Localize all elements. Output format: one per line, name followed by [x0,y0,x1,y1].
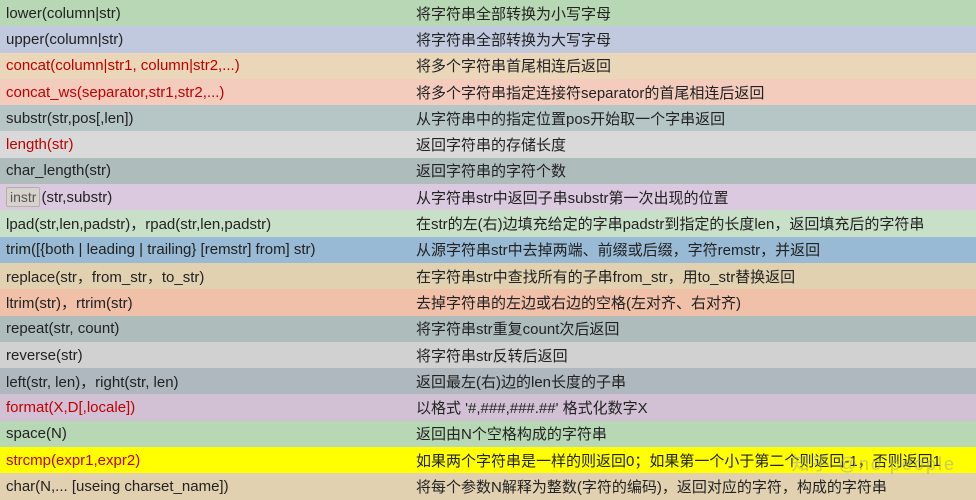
function-signature: concat_ws(separator,str1,str2,...) [0,84,416,101]
function-description: 从字符串str中返回子串substr第一次出现的位置 [416,187,976,208]
function-table: lower(column|str)将字符串全部转换为小写字母upper(colu… [0,0,976,500]
function-description: 将字符串str重复count次后返回 [416,318,976,339]
table-row: repeat(str, count)将字符串str重复count次后返回 [0,316,976,342]
table-row: replace(str，from_str，to_str)在字符串str中查找所有… [0,263,976,289]
function-description: 将多个字符串指定连接符separator的首尾相连后返回 [416,82,976,103]
table-row: reverse(str)将字符串str反转后返回 [0,342,976,368]
function-signature: upper(column|str) [0,31,416,48]
function-signature: left(str, len)，right(str, len) [0,371,416,392]
function-description: 将字符串全部转换为大写字母 [416,29,976,50]
function-description: 返回由N个空格构成的字符串 [416,423,976,444]
table-row: length(str)返回字符串的存储长度 [0,131,976,157]
function-signature: lpad(str,len,padstr)，rpad(str,len,padstr… [0,213,416,234]
function-description: 去掉字符串的左边或右边的空格(左对齐、右对齐) [416,292,976,313]
function-description: 将每个参数N解释为整数(字符的编码)，返回对应的字符，构成的字符串 [416,476,976,497]
function-signature: replace(str，from_str，to_str) [0,266,416,287]
function-signature: strcmp(expr1,expr2) [0,452,416,469]
table-row: substr(str,pos[,len])从字符串中的指定位置pos开始取一个字… [0,105,976,131]
function-description: 在str的左(右)边填充给定的字串padstr到指定的长度len，返回填充后的字… [416,213,976,234]
function-signature: format(X,D[,locale]) [0,399,416,416]
function-description: 将多个字符串首尾相连后返回 [416,55,976,76]
table-row: ltrim(str)，rtrim(str)去掉字符串的左边或右边的空格(左对齐、… [0,289,976,315]
function-description: 从字符串中的指定位置pos开始取一个字串返回 [416,108,976,129]
table-row: lpad(str,len,padstr)，rpad(str,len,padstr… [0,210,976,236]
table-row: format(X,D[,locale])以格式 '#,###,###.##' 格… [0,394,976,420]
table-row: concat(column|str1, column|str2,...)将多个字… [0,53,976,79]
table-row: lower(column|str)将字符串全部转换为小写字母 [0,0,976,26]
table-row: trim([{both | leading | trailing} [remst… [0,237,976,263]
instr-box: instr [6,187,40,207]
function-signature: trim([{both | leading | trailing} [remst… [0,241,416,258]
table-row: space(N)返回由N个空格构成的字符串 [0,421,976,447]
function-description: 从源字符串str中去掉两端、前缀或后缀，字符remstr，并返回 [416,239,976,260]
function-signature: substr(str,pos[,len]) [0,110,416,127]
function-description: 如果两个字符串是一样的则返回0；如果第一个小于第二个则返回-1，否则返回1 [416,450,976,471]
function-description: 在字符串str中查找所有的子串from_str，用to_str替换返回 [416,266,976,287]
function-description: 返回字符串的存储长度 [416,134,976,155]
function-description: 将字符串全部转换为小写字母 [416,3,976,24]
table-row: instr(str,substr)从字符串str中返回子串substr第一次出现… [0,184,976,210]
table-row: char(N,... [useing charset_name])将每个参数N解… [0,473,976,499]
function-signature: ltrim(str)，rtrim(str) [0,292,416,313]
function-description: 将字符串str反转后返回 [416,345,976,366]
function-signature: length(str) [0,136,416,153]
function-signature: repeat(str, count) [0,320,416,337]
function-signature: char_length(str) [0,162,416,179]
function-signature: space(N) [0,425,416,442]
table-row: char_length(str)返回字符串的字符个数 [0,158,976,184]
function-description: 返回字符串的字符个数 [416,160,976,181]
table-row: strcmp(expr1,expr2)如果两个字符串是一样的则返回0；如果第一个… [0,447,976,473]
function-description: 以格式 '#,###,###.##' 格式化数字X [416,397,976,418]
table-row: upper(column|str)将字符串全部转换为大写字母 [0,26,976,52]
function-signature: reverse(str) [0,347,416,364]
function-signature: instr(str,substr) [0,187,416,207]
function-signature: concat(column|str1, column|str2,...) [0,57,416,74]
function-signature: char(N,... [useing charset_name]) [0,478,416,495]
table-row: concat_ws(separator,str1,str2,...)将多个字符串… [0,79,976,105]
function-description: 返回最左(右)边的len长度的子串 [416,371,976,392]
function-signature: lower(column|str) [0,5,416,22]
table-row: left(str, len)，right(str, len)返回最左(右)边的l… [0,368,976,394]
